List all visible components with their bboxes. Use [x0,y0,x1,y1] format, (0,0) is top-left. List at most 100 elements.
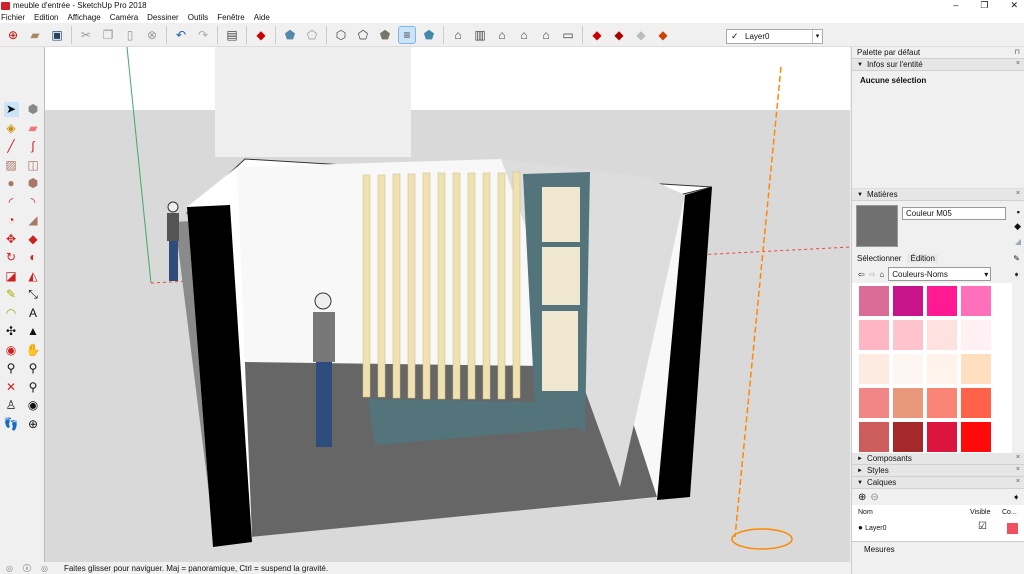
material-swatch[interactable] [961,320,991,350]
forward-icon[interactable]: ⇨ [869,270,876,279]
library-select[interactable]: Couleurs-Noms ▾ [888,267,992,281]
pin-icon[interactable]: ⊓ [1015,48,1020,56]
model-info-icon[interactable]: ◆ [253,27,269,43]
orbit-icon[interactable]: ◉ [4,342,19,357]
open-folder-icon[interactable]: ▰ [27,27,43,43]
dimension-icon[interactable]: ⤡ [26,287,41,302]
shaded-textures-icon[interactable]: ≡ [398,26,416,44]
active-layer-radio[interactable]: ● [858,523,863,532]
minimize-button[interactable]: – [953,0,958,11]
arc2-icon[interactable]: ◝ [26,194,41,209]
col-name[interactable]: Nom [858,509,873,516]
menu-fenetre[interactable]: Fenêtre [217,13,245,22]
close-icon[interactable]: × [1016,60,1020,67]
component-tool-icon[interactable]: ⬢ [26,102,41,117]
layer-details-icon[interactable]: ➧ [1012,492,1020,503]
scale-icon[interactable]: ◪ [4,268,19,283]
follow-me-icon[interactable]: ◐ [26,250,41,265]
right-view-icon[interactable]: ⌂ [516,27,532,43]
tape-measure-icon[interactable]: ✎ [4,287,19,302]
left-view-icon[interactable]: ▭ [560,27,576,43]
menu-edition[interactable]: Edition [34,13,58,22]
material-swatch[interactable] [927,354,957,384]
tab-edit[interactable]: Édition [907,253,938,263]
back-edges-icon[interactable]: ⬠ [304,27,320,43]
select-tool-icon[interactable]: ➤ [3,101,19,117]
paste-icon[interactable]: ▯ [122,27,138,43]
circle-icon[interactable]: ● [4,176,19,191]
look-around-icon[interactable]: ◉ [26,398,41,413]
material-swatch[interactable] [893,422,923,452]
protractor-icon[interactable]: ◠ [4,305,19,320]
undo-icon[interactable]: ↶ [173,27,189,43]
print-icon[interactable]: ▤ [224,27,240,43]
line-tool-icon[interactable]: ╱ [4,139,19,154]
section-plane-icon[interactable]: ⊕ [26,416,41,431]
close-button[interactable]: ✕ [1010,0,1018,11]
back-icon[interactable]: ⇦ [858,270,865,279]
create-material-icon[interactable]: ▪ [1017,207,1020,217]
paint-bucket-icon[interactable]: ◈ [4,120,19,135]
front-view-icon[interactable]: ⌂ [494,27,510,43]
3d-viewport[interactable] [44,47,850,562]
move-icon[interactable]: ✥ [4,231,19,246]
geolocation-icon[interactable]: ◎ [6,564,13,573]
hidden-line-icon[interactable]: ⬠ [355,27,371,43]
material-swatch[interactable] [859,320,889,350]
material-swatch[interactable] [961,286,991,316]
menu-aide[interactable]: Aide [254,13,270,22]
pan-icon[interactable]: ✋ [26,342,41,357]
text-tool-icon[interactable]: A [26,305,41,320]
material-swatch[interactable] [961,388,991,418]
help-icon[interactable]: ◎ [41,564,48,573]
tab-select[interactable]: Sélectionner [857,254,901,263]
material-swatch[interactable] [859,354,889,384]
rotate-icon[interactable]: ↻ [4,250,19,265]
maximize-button[interactable]: ❐ [980,0,988,11]
sample-paint-icon[interactable]: ◢ [1015,237,1021,246]
material-swatch[interactable] [859,388,889,418]
close-icon[interactable]: × [1016,190,1020,197]
material-swatch[interactable] [927,286,957,316]
credits-icon[interactable]: ⓘ [23,563,31,574]
share-model-icon[interactable]: ◆ [611,27,627,43]
zoom-extents-icon[interactable]: ✕ [4,379,19,394]
delete-layer-icon[interactable]: ⊖ [870,492,878,503]
styles-header[interactable]: ► Styles × [852,465,1024,477]
pie-icon[interactable]: ◔ [4,213,19,228]
layer-row[interactable]: ● Layer0 ☑ [858,521,1023,535]
material-swatch[interactable] [927,388,957,418]
material-swatch[interactable] [893,320,923,350]
rotated-rect-icon[interactable]: ◫ [26,157,41,172]
monochrome-icon[interactable]: ⬟ [421,27,437,43]
polygon-icon[interactable]: ⬢ [26,176,41,191]
material-swatch[interactable] [893,286,923,316]
offset-icon[interactable]: ◭ [26,268,41,283]
cut-icon[interactable]: ✂ [78,27,94,43]
material-swatch[interactable] [893,388,923,418]
axes-icon[interactable]: ✣ [4,324,19,339]
col-visible[interactable]: Visible [970,509,991,516]
walk-icon[interactable]: 👣 [4,416,19,431]
material-swatch[interactable] [893,354,923,384]
arc3-icon[interactable]: ◢ [26,213,41,228]
zoom-window-icon[interactable]: ⚲ [26,361,41,376]
3d-text-icon[interactable]: ▲ [26,324,41,339]
close-icon[interactable]: × [1016,454,1020,461]
zoom-icon[interactable]: ⚲ [4,361,19,376]
iso-view-icon[interactable]: ⌂ [450,27,466,43]
rectangle-icon[interactable]: ▨ [4,157,19,172]
erase-icon[interactable]: ⊗ [144,27,160,43]
entity-info-header[interactable]: ▼ Infos sur l'entité × [852,59,1024,71]
extension-warehouse-icon[interactable]: ◆ [655,27,671,43]
material-swatch[interactable] [961,422,991,452]
top-view-icon[interactable]: ▥ [472,27,488,43]
eraser-icon[interactable]: ▰ [26,120,41,135]
material-swatch[interactable] [961,354,991,384]
default-material-icon[interactable]: ◆ [1014,221,1021,232]
layer-visible-checkbox[interactable]: ☑ [978,521,987,532]
close-icon[interactable]: × [1016,478,1020,485]
add-layer-icon[interactable]: ⊕ [858,492,866,503]
wireframe-icon[interactable]: ⬡ [333,27,349,43]
position-camera-icon[interactable]: ♙ [4,398,19,413]
